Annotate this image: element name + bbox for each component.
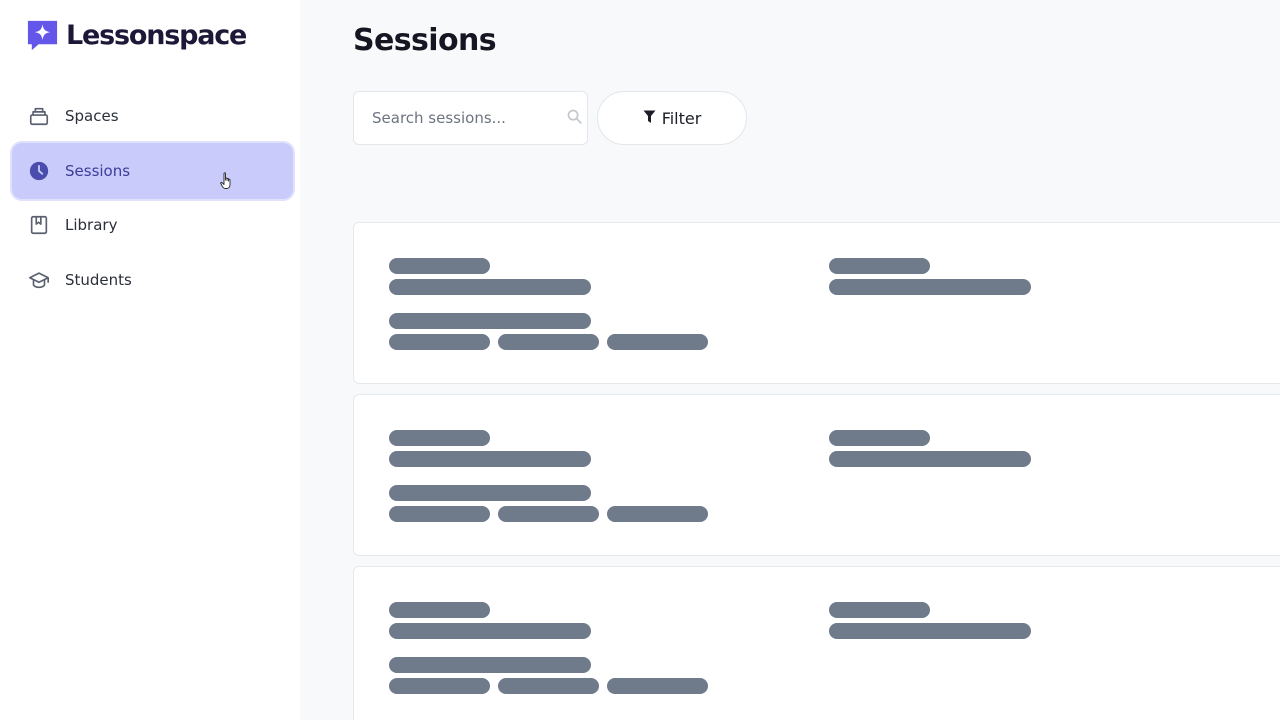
sidebar-item-label: Library: [65, 216, 118, 234]
clock-icon: [27, 159, 51, 183]
funnel-icon: [643, 109, 656, 128]
search-icon[interactable]: [566, 108, 583, 129]
session-card-loading[interactable]: [353, 222, 1280, 384]
brand-logo-icon: [27, 20, 58, 50]
skeleton-bar: [829, 602, 930, 618]
skeleton-bar: [389, 506, 490, 522]
session-card-loading[interactable]: [353, 394, 1280, 556]
sidebar-nav: Spaces Sessions Library Students: [12, 88, 293, 306]
layers-icon: [27, 104, 51, 128]
hand-cursor-icon: [220, 171, 231, 189]
sidebar-item-library[interactable]: Library: [12, 197, 293, 253]
skeleton-bar: [829, 279, 1031, 295]
skeleton-bar: [607, 334, 708, 350]
skeleton-bar: [389, 623, 591, 639]
skeleton-bar: [389, 258, 490, 274]
skeleton-bar: [389, 657, 591, 673]
page-title: Sessions: [353, 23, 497, 58]
skeleton-bar: [389, 313, 591, 329]
book-icon: [27, 213, 51, 237]
skeleton-bar: [498, 334, 599, 350]
skeleton-bar: [498, 678, 599, 694]
skeleton-bar: [607, 678, 708, 694]
sidebar-item-label: Spaces: [65, 107, 119, 125]
skeleton-bar: [829, 258, 930, 274]
app-root: Lessonspace Spaces Sessions Library Stud…: [0, 0, 1280, 720]
skeleton-bar: [389, 451, 591, 467]
search-input[interactable]: [372, 109, 566, 127]
search-box: [353, 91, 588, 145]
sidebar: Lessonspace Spaces Sessions Library Stud…: [0, 0, 300, 720]
main-content: Sessions Filter: [300, 0, 1280, 720]
filter-label: Filter: [661, 108, 702, 128]
session-card-loading[interactable]: [353, 566, 1280, 720]
skeleton-bar: [389, 602, 490, 618]
skeleton-bar: [389, 334, 490, 350]
graduation-cap-icon: [27, 268, 51, 292]
brand-logo[interactable]: Lessonspace: [25, 18, 247, 52]
sidebar-item-spaces[interactable]: Spaces: [12, 88, 293, 144]
brand-name: Lessonspace: [66, 19, 247, 51]
skeleton-bar: [498, 506, 599, 522]
skeleton-bar: [389, 279, 591, 295]
skeleton-bar: [829, 623, 1031, 639]
skeleton-bar: [389, 678, 490, 694]
sidebar-item-label: Students: [65, 270, 132, 289]
skeleton-bar: [389, 485, 591, 501]
skeleton-bar: [389, 430, 490, 446]
sidebar-item-students[interactable]: Students: [12, 252, 293, 308]
skeleton-bar: [829, 451, 1031, 467]
filter-button[interactable]: Filter: [597, 91, 747, 145]
skeleton-bar: [829, 430, 930, 446]
sidebar-item-sessions[interactable]: Sessions: [12, 142, 293, 199]
sidebar-item-label: Sessions: [65, 161, 131, 180]
skeleton-bar: [607, 506, 708, 522]
